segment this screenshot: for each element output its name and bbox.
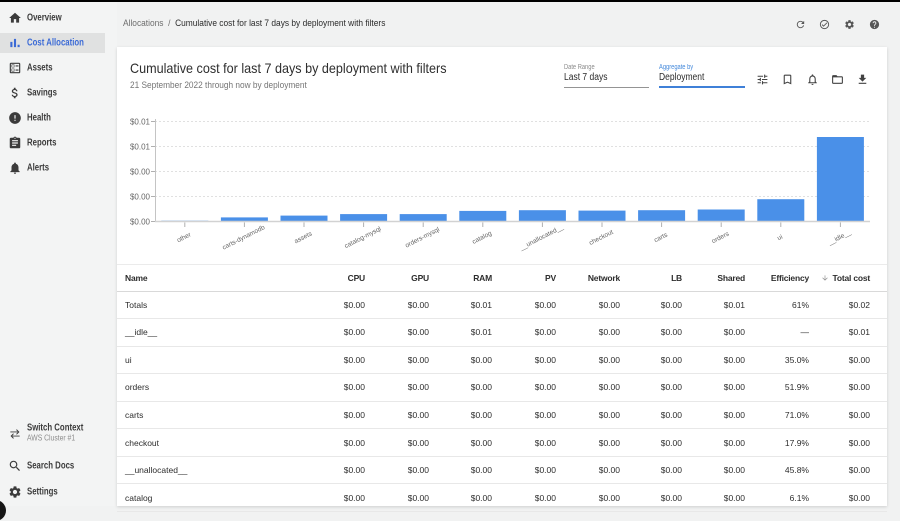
svg-text:$0.00: $0.00 [130, 193, 151, 202]
svg-text:$0.01: $0.01 [130, 118, 151, 127]
svg-text:checkout: checkout [588, 229, 615, 247]
svg-text:carts-dynamodb: carts-dynamodb [221, 224, 266, 252]
svg-text:$0.00: $0.00 [130, 168, 151, 177]
svg-text:carts: carts [653, 231, 669, 244]
svg-text:catalog: catalog [471, 230, 493, 246]
svg-text:$0.00: $0.00 [130, 218, 151, 227]
svg-text:__unallocated__: __unallocated__ [518, 224, 565, 253]
svg-text:orders: orders [711, 230, 731, 245]
svg-text:ui: ui [776, 234, 784, 243]
svg-text:$0.01: $0.01 [130, 143, 151, 152]
svg-text:orders-mysql: orders-mysql [404, 226, 441, 250]
svg-text:assets: assets [293, 230, 314, 245]
svg-text:catalog-mysql: catalog-mysql [343, 225, 382, 250]
svg-text:other: other [176, 231, 193, 244]
svg-text:__idle__: __idle__ [826, 229, 852, 247]
